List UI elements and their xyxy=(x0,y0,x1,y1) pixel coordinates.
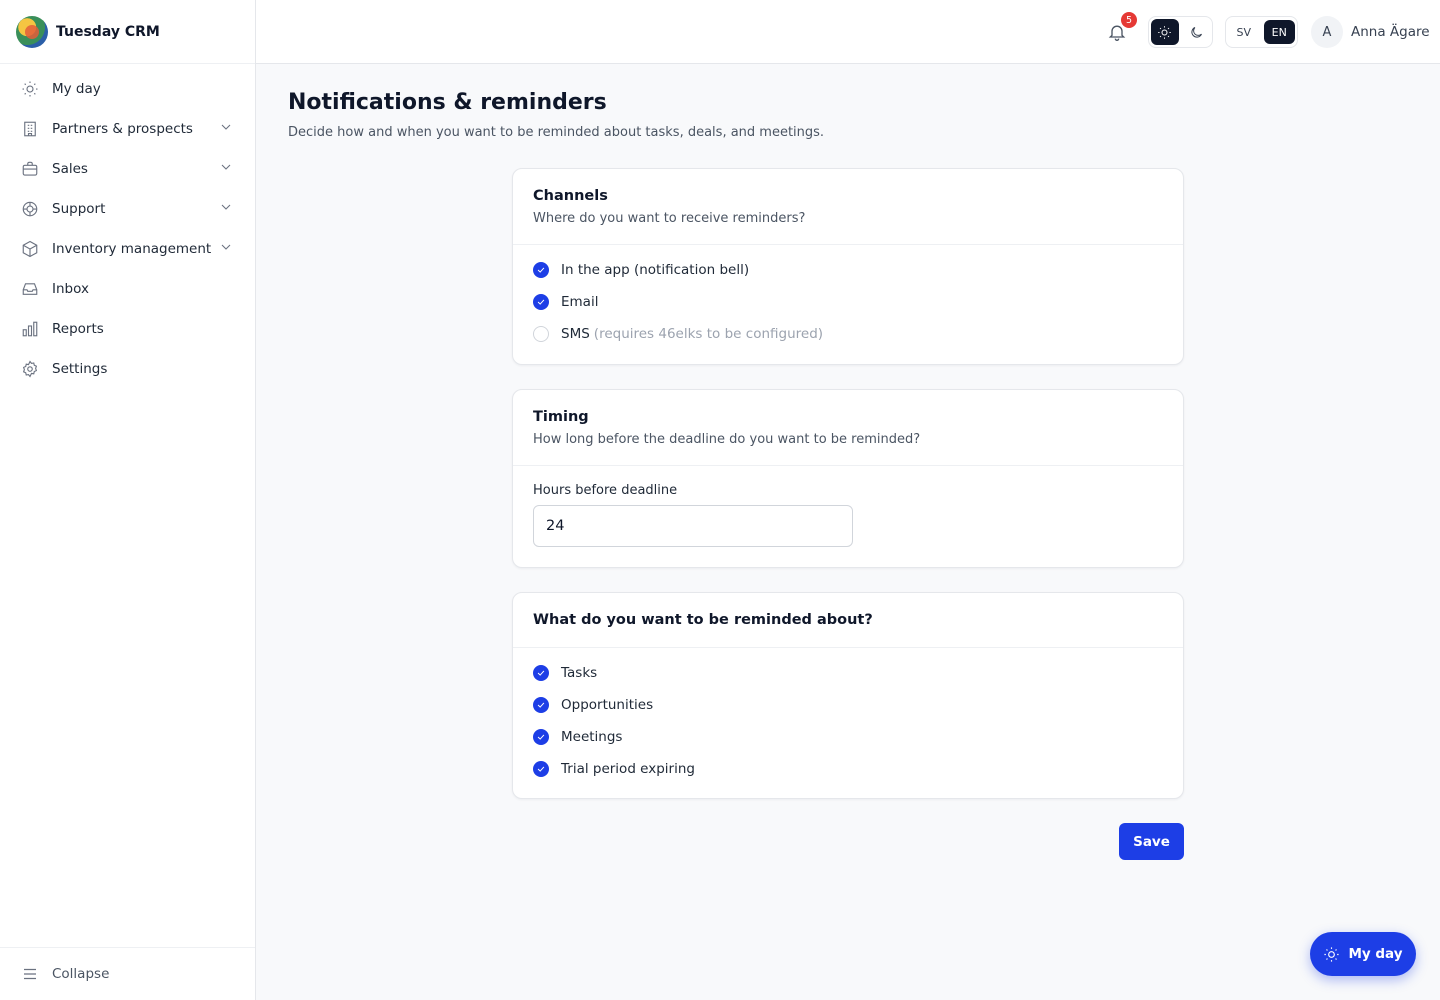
card-body: Tasks Opportunities Meetings Trial perio… xyxy=(513,648,1183,795)
language-sv-button[interactable]: SV xyxy=(1228,20,1260,44)
checkbox-checked[interactable] xyxy=(533,262,549,278)
card-description: Where do you want to receive reminders? xyxy=(533,211,806,226)
language-switcher: SV EN xyxy=(1225,16,1298,48)
checkbox-checked[interactable] xyxy=(533,665,549,681)
checkbox-unchecked[interactable] xyxy=(533,326,549,342)
sidebar-item-inventory[interactable]: Inventory management xyxy=(0,229,255,269)
sidebar-item-label: My day xyxy=(52,81,101,97)
menu-icon xyxy=(24,968,36,980)
card-header: What do you want to be reminded about? xyxy=(513,593,1183,648)
sidebar-item-label: Partners & prospects xyxy=(52,121,193,137)
option-label: SMS xyxy=(561,326,590,342)
card-body: In the app (notification bell) Email SMS… xyxy=(513,245,1183,360)
dark-theme-button[interactable] xyxy=(1183,19,1211,45)
language-en-button[interactable]: EN xyxy=(1263,20,1295,44)
collapse-sidebar-button[interactable]: Collapse xyxy=(0,947,255,1000)
checkbox-checked[interactable] xyxy=(533,761,549,777)
reminder-option-tasks[interactable]: Tasks xyxy=(533,657,1163,689)
sidebar-item-reports[interactable]: Reports xyxy=(0,309,255,349)
channel-option-email[interactable]: Email xyxy=(533,286,1163,318)
save-button[interactable]: Save xyxy=(1119,823,1184,860)
card-header: Channels Where do you want to receive re… xyxy=(513,169,1183,245)
chevron-down-icon[interactable] xyxy=(218,199,234,219)
user-menu[interactable]: A Anna Ägare xyxy=(1311,16,1430,48)
channel-option-sms[interactable]: SMS (requires 46elks to be configured) xyxy=(533,318,1163,350)
chevron-down-icon[interactable] xyxy=(218,119,234,139)
hours-field-label: Hours before deadline xyxy=(533,483,678,498)
page-subtitle: Decide how and when you want to be remin… xyxy=(288,125,825,140)
checkbox-checked[interactable] xyxy=(533,294,549,310)
sun-icon xyxy=(21,80,39,98)
channels-card: Channels Where do you want to receive re… xyxy=(512,168,1184,365)
sun-icon xyxy=(1324,946,1340,962)
card-header: Timing How long before the deadline do y… xyxy=(513,390,1183,466)
sidebar-nav: My day Partners & prospects Sales Suppor… xyxy=(0,64,255,389)
sidebar-item-label: Inbox xyxy=(52,281,89,297)
sidebar-item-settings[interactable]: Settings xyxy=(0,349,255,389)
card-body: Hours before deadline xyxy=(513,466,1183,557)
moon-icon xyxy=(1191,26,1202,38)
option-label: Meetings xyxy=(561,729,623,745)
topbar: 5 SV EN A Anna Ägare xyxy=(256,0,1440,64)
brand[interactable]: Tuesday CRM xyxy=(0,0,255,64)
avatar: A xyxy=(1311,16,1343,48)
my-day-fab-button[interactable]: My day xyxy=(1310,932,1416,976)
user-name: Anna Ägare xyxy=(1351,24,1430,40)
reminder-option-meetings[interactable]: Meetings xyxy=(533,721,1163,753)
gear-icon xyxy=(21,360,39,378)
chevron-down-icon[interactable] xyxy=(218,159,234,179)
reminder-types-card: What do you want to be reminded about? T… xyxy=(512,592,1184,799)
sidebar: Tuesday CRM My day Partners & prospects … xyxy=(0,0,256,1000)
timing-card: Timing How long before the deadline do y… xyxy=(512,389,1184,568)
option-label: Email xyxy=(561,294,599,310)
reminder-option-opportunities[interactable]: Opportunities xyxy=(533,689,1163,721)
sidebar-item-label: Support xyxy=(52,201,106,217)
check-icon xyxy=(537,267,545,273)
card-title: What do you want to be reminded about? xyxy=(533,612,873,628)
option-label: Tasks xyxy=(561,665,598,681)
check-icon xyxy=(537,299,545,305)
app-logo-icon xyxy=(16,15,48,48)
light-theme-button[interactable] xyxy=(1151,19,1179,45)
bar-chart-icon xyxy=(21,320,39,338)
sidebar-item-partners[interactable]: Partners & prospects xyxy=(0,109,255,149)
sidebar-item-my-day[interactable]: My day xyxy=(0,69,255,109)
hours-before-deadline-input[interactable] xyxy=(533,505,853,547)
option-label: Trial period expiring xyxy=(561,761,695,777)
card-title: Channels xyxy=(533,188,608,204)
check-icon xyxy=(537,766,545,772)
sidebar-item-support[interactable]: Support xyxy=(0,189,255,229)
sun-icon xyxy=(1158,25,1171,39)
check-icon xyxy=(537,734,545,740)
box-icon xyxy=(21,240,39,258)
option-label: In the app (notification bell) xyxy=(561,262,750,278)
sidebar-item-label: Sales xyxy=(52,161,88,177)
sidebar-item-inbox[interactable]: Inbox xyxy=(0,269,255,309)
sidebar-item-label: Inventory management xyxy=(52,241,212,257)
check-icon xyxy=(537,702,545,708)
option-label: Opportunities xyxy=(561,697,654,713)
checkbox-checked[interactable] xyxy=(533,729,549,745)
reminder-option-trial-expiring[interactable]: Trial period expiring xyxy=(533,753,1163,785)
checkbox-checked[interactable] xyxy=(533,697,549,713)
sidebar-item-sales[interactable]: Sales xyxy=(0,149,255,189)
chevron-down-icon[interactable] xyxy=(218,239,234,259)
card-description: How long before the deadline do you want… xyxy=(533,432,921,447)
channel-option-in-app[interactable]: In the app (notification bell) xyxy=(533,254,1163,286)
briefcase-icon xyxy=(21,160,39,178)
building-icon xyxy=(21,120,39,138)
inbox-icon xyxy=(21,280,39,298)
sidebar-item-label: Reports xyxy=(52,321,104,337)
app-name: Tuesday CRM xyxy=(56,23,160,40)
sidebar-item-label: Settings xyxy=(52,361,108,377)
page-title: Notifications & reminders xyxy=(288,90,607,115)
check-icon xyxy=(537,670,545,676)
fab-label: My day xyxy=(1348,946,1403,962)
lifebuoy-icon xyxy=(21,200,39,218)
option-hint: (requires 46elks to be configured) xyxy=(593,326,824,342)
theme-toggle xyxy=(1148,16,1213,48)
notification-count-badge: 5 xyxy=(1121,12,1137,28)
collapse-label: Collapse xyxy=(52,966,110,982)
card-title: Timing xyxy=(533,409,589,425)
